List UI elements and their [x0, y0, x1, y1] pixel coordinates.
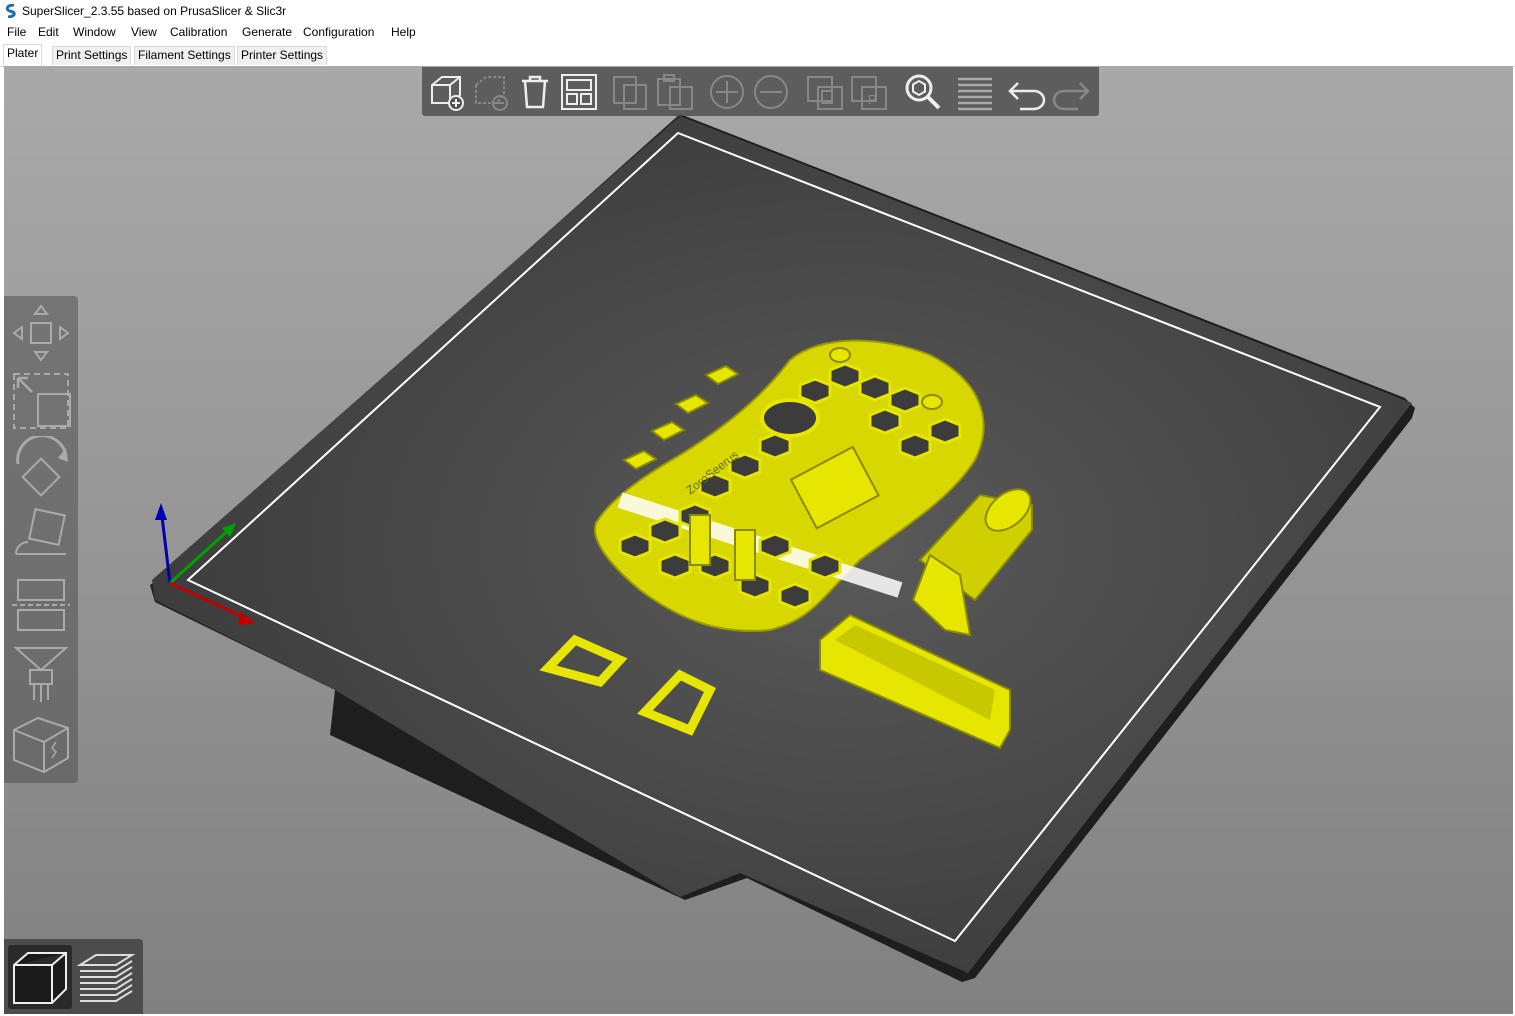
menu-generate[interactable]: Generate — [242, 25, 292, 39]
cut-button[interactable] — [8, 572, 74, 638]
delete-icon — [475, 76, 508, 111]
split-objects-button[interactable] — [804, 71, 846, 113]
place-on-face-button[interactable] — [8, 504, 74, 570]
cut-icon — [12, 579, 70, 631]
window-title: SuperSlicer_2.3.55 based on PrusaSlicer … — [22, 4, 287, 18]
copy-icon — [613, 76, 647, 110]
undo-icon — [1008, 82, 1046, 111]
remove-instance-button[interactable] — [750, 71, 792, 113]
superslicer-logo-icon — [5, 4, 16, 18]
paint-supports-button[interactable] — [8, 640, 74, 706]
add-instance-icon — [710, 75, 744, 109]
menu-bar: File Edit Window View Calibration Genera… — [0, 22, 1515, 42]
delete-all-button[interactable] — [514, 71, 556, 113]
remove-instance-icon — [754, 75, 788, 109]
search-icon — [905, 74, 941, 110]
menu-configuration[interactable]: Configuration — [303, 25, 374, 39]
menu-view[interactable]: View — [131, 25, 157, 39]
svg-text:P: P — [868, 92, 877, 107]
scale-icon — [13, 373, 71, 429]
search-button[interactable] — [902, 71, 944, 113]
menu-help[interactable]: Help — [391, 25, 416, 39]
split-parts-icon: P — [851, 76, 887, 110]
layers-editing-button[interactable] — [954, 71, 996, 113]
menu-edit[interactable]: Edit — [38, 25, 59, 39]
undo-button[interactable] — [1006, 71, 1048, 113]
arrange-button[interactable] — [558, 71, 600, 113]
add-button[interactable] — [426, 71, 468, 113]
top-toolbar: P — [422, 67, 1099, 116]
split-objects-icon — [807, 76, 843, 110]
place-on-face-icon — [15, 508, 66, 555]
scale-button[interactable] — [8, 368, 74, 434]
preview-button[interactable] — [74, 945, 138, 1009]
preview-icon — [76, 954, 136, 1002]
split-parts-button[interactable]: P — [848, 71, 890, 113]
layers-editing-icon — [958, 77, 992, 111]
3d-view-button[interactable] — [8, 945, 72, 1009]
copy-button[interactable] — [610, 71, 652, 113]
rotate-icon — [16, 434, 68, 497]
menu-calibration[interactable]: Calibration — [170, 25, 227, 39]
paint-seam-button[interactable] — [8, 712, 74, 778]
3d-view-icon — [13, 952, 67, 1004]
redo-icon — [1052, 82, 1090, 111]
add-instance-button[interactable] — [706, 71, 748, 113]
3d-scene[interactable]: ZoroSeerus — [4, 66, 1513, 1014]
tab-filament-settings[interactable]: Filament Settings — [134, 46, 235, 65]
delete-all-icon — [522, 75, 548, 109]
delete-button[interactable] — [470, 71, 512, 113]
tab-plater[interactable]: Plater — [3, 44, 43, 66]
3d-viewport[interactable]: ZoroSeerus P — [4, 66, 1513, 1014]
move-icon — [12, 304, 70, 362]
paint-supports-icon — [13, 647, 69, 702]
tab-printer-settings[interactable]: Printer Settings — [237, 46, 328, 65]
paste-icon — [657, 74, 693, 110]
add-icon — [431, 76, 464, 111]
tab-bar: Plater Print Settings Filament Settings … — [0, 42, 1515, 67]
menu-file[interactable]: File — [7, 25, 26, 39]
paste-button[interactable] — [654, 71, 696, 113]
title-bar: SuperSlicer_2.3.55 based on PrusaSlicer … — [0, 0, 1515, 22]
arrange-icon — [561, 74, 597, 110]
tab-print-settings[interactable]: Print Settings — [52, 46, 132, 65]
left-gizmo-toolbar — [4, 296, 78, 783]
rotate-button[interactable] — [8, 434, 74, 502]
menu-window[interactable]: Window — [73, 25, 116, 39]
paint-seam-icon — [13, 716, 69, 774]
view-toggle-bar — [4, 939, 143, 1014]
move-button[interactable] — [8, 300, 74, 366]
redo-button[interactable] — [1050, 71, 1092, 113]
